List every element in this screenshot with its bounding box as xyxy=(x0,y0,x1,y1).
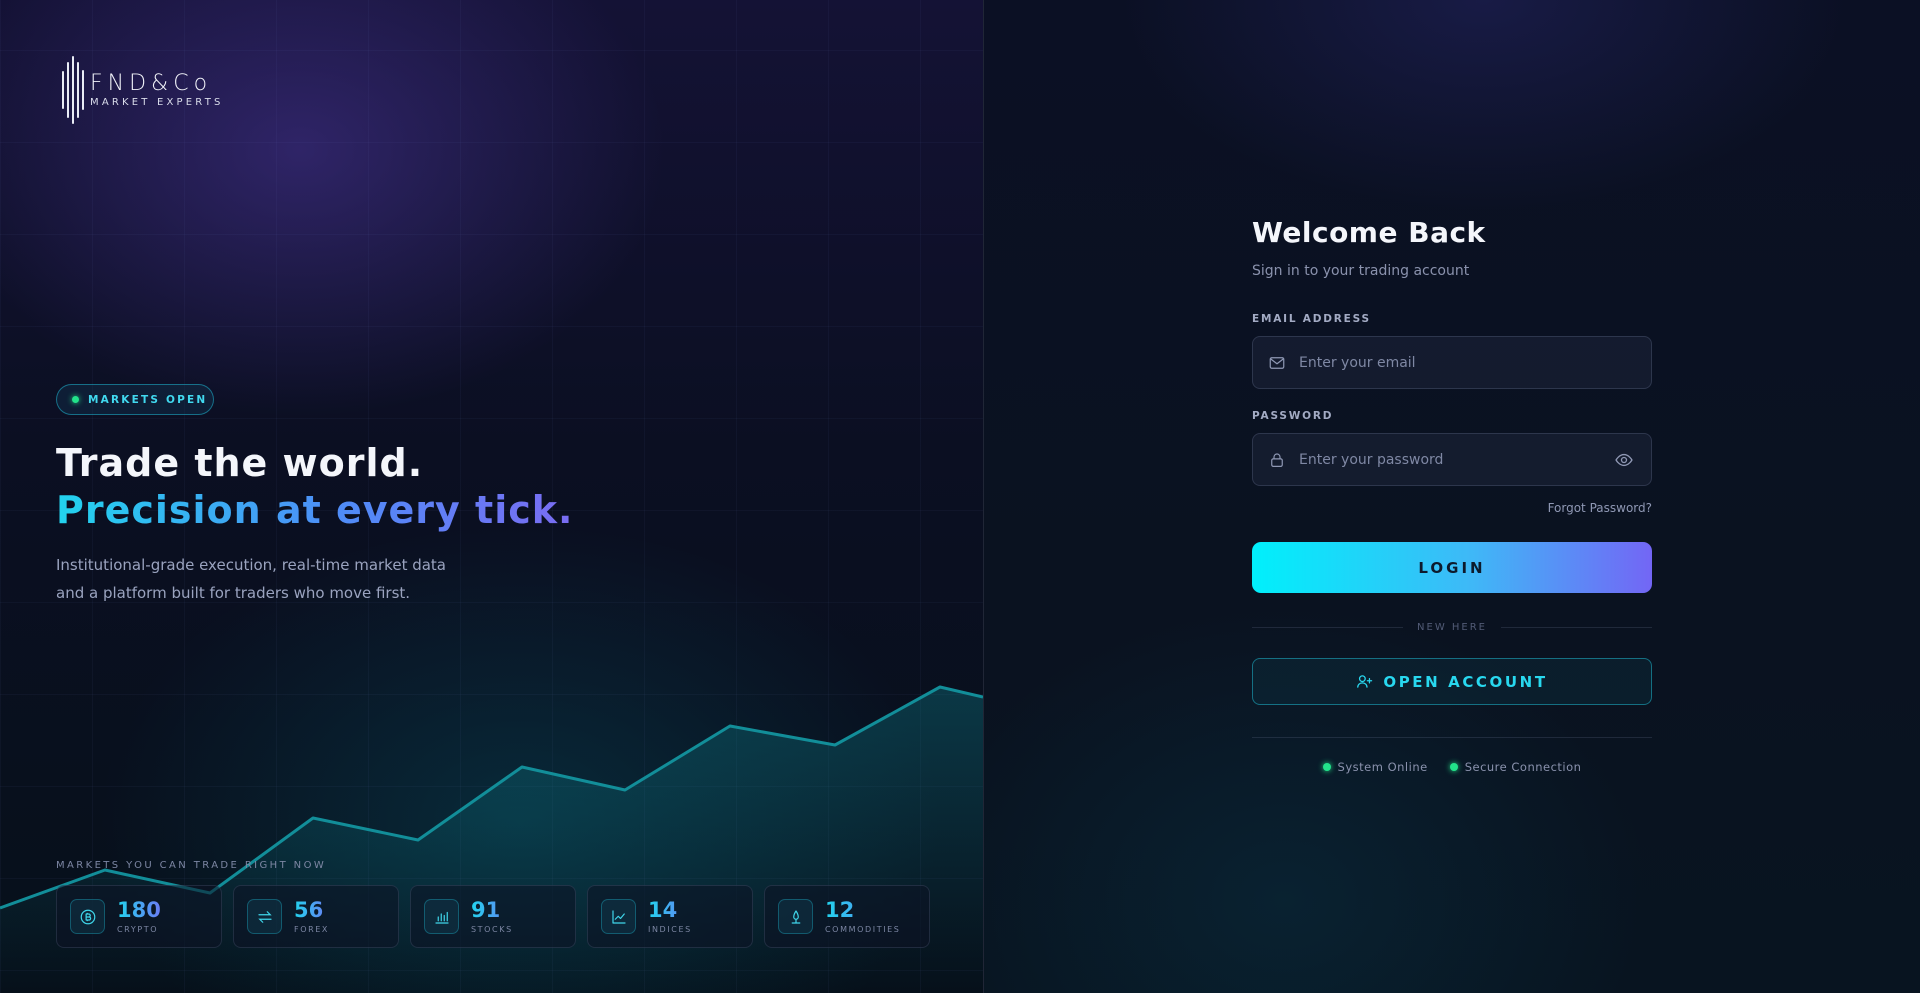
email-input[interactable] xyxy=(1299,354,1651,371)
status-system-online: System Online xyxy=(1322,760,1428,774)
badge-label: MARKETS OPEN xyxy=(88,393,208,406)
mail-icon xyxy=(1268,354,1286,372)
login-subtitle: Sign in to your trading account xyxy=(1252,263,1470,279)
market-name: COMMODITIES xyxy=(825,925,901,934)
exchange-arrows-icon xyxy=(247,899,282,934)
open-account-button[interactable]: OPEN ACCOUNT xyxy=(1252,658,1652,705)
footer-separator xyxy=(1252,737,1652,738)
market-count: 56 xyxy=(294,899,329,921)
bar-chart-icon xyxy=(424,899,459,934)
status-text: Secure Connection xyxy=(1464,760,1582,774)
login-button[interactable]: LOGIN xyxy=(1252,542,1652,593)
market-count: 180 xyxy=(117,898,161,922)
market-card-indices[interactable]: 14 INDICES xyxy=(587,885,753,948)
hero-title-line1: Trade the world. xyxy=(56,441,424,485)
market-name: INDICES xyxy=(648,925,692,934)
forgot-password-link[interactable]: Forgot Password? xyxy=(1548,501,1652,515)
market-name: CRYPTO xyxy=(117,925,159,934)
status-dot-icon xyxy=(72,396,79,403)
password-input[interactable] xyxy=(1299,451,1613,468)
markets-open-badge: MARKETS OPEN xyxy=(56,384,214,415)
email-label: EMAIL ADDRESS xyxy=(1252,313,1371,325)
login-form: Welcome Back Sign in to your trading acc… xyxy=(1252,216,1653,774)
login-title: Welcome Back xyxy=(1252,216,1486,249)
status-text: System Online xyxy=(1337,760,1428,774)
divider-text: NEW HERE xyxy=(1417,622,1487,633)
logo-bars-icon xyxy=(62,56,84,124)
market-card-stocks[interactable]: 91 STOCKS xyxy=(410,885,576,948)
line-chart-icon xyxy=(601,899,636,934)
brand-name: FND&Co xyxy=(90,70,213,96)
user-plus-icon xyxy=(1357,675,1373,688)
bitcoin-icon xyxy=(70,899,105,934)
password-label: PASSWORD xyxy=(1252,410,1334,422)
brand-tagline: MARKET EXPERTS xyxy=(90,96,224,108)
login-panel xyxy=(984,0,1920,993)
status-row: System Online Secure Connection xyxy=(1252,760,1652,774)
market-card-crypto[interactable]: 180 CRYPTO xyxy=(56,885,222,948)
lock-icon xyxy=(1268,451,1286,469)
status-dot-icon xyxy=(1449,763,1458,771)
brand-logo[interactable]: FND&Co MARKET EXPERTS xyxy=(62,56,224,124)
status-secure-connection: Secure Connection xyxy=(1449,760,1582,774)
market-count: 14 xyxy=(648,899,692,921)
password-field-wrapper xyxy=(1252,433,1652,486)
markets-section-label: MARKETS YOU CAN TRADE RIGHT NOW xyxy=(56,860,327,871)
market-card-forex[interactable]: 56 FOREX xyxy=(233,885,399,948)
market-count: 12 xyxy=(825,899,900,921)
hero-title-line2: Precision at every tick. xyxy=(56,488,574,532)
commodity-icon xyxy=(778,899,813,934)
market-name: STOCKS xyxy=(471,925,513,934)
hero-description: Institutional-grade execution, real-time… xyxy=(56,556,446,602)
eye-icon[interactable] xyxy=(1613,449,1635,471)
email-field-wrapper xyxy=(1252,336,1652,389)
status-dot-icon xyxy=(1322,763,1331,771)
new-here-divider: NEW HERE xyxy=(1252,622,1653,633)
open-account-label: OPEN ACCOUNT xyxy=(1383,672,1548,691)
market-cards: 180 CRYPTO 56 FOREX 91 STOCKS 14 INDICES… xyxy=(56,885,930,948)
hero-panel: FND&Co MARKET EXPERTS MARKETS OPEN Trade… xyxy=(0,0,983,993)
market-card-commodities[interactable]: 12 COMMODITIES xyxy=(764,885,930,948)
market-count: 91 xyxy=(471,899,513,921)
market-name: FOREX xyxy=(294,925,329,934)
